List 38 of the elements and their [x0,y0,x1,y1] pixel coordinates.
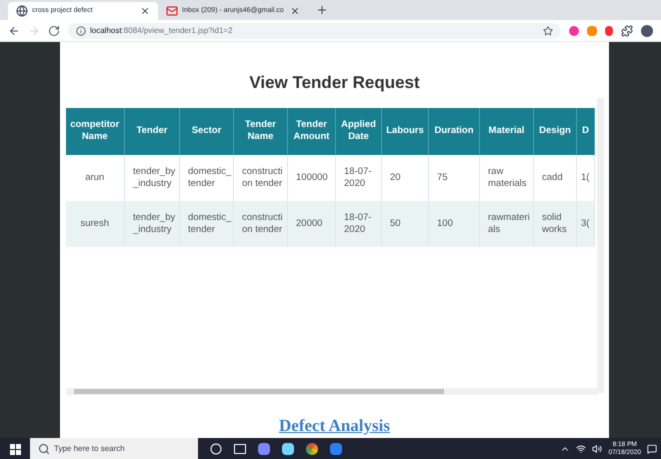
reload-icon[interactable] [48,24,60,36]
task-view-icon[interactable] [234,444,246,454]
table-cell: tender_by _industry [124,200,180,246]
volume-icon[interactable] [592,444,602,454]
table-cell: solid works [534,200,576,246]
cortana-icon[interactable] [210,443,222,455]
info-icon [76,26,86,36]
address-bar[interactable]: localhost:8084/pview_tender1.jsp?id1=2 [68,22,561,38]
table-cell: suresh [66,200,124,246]
profile-avatar[interactable] [641,24,653,36]
globe-icon [16,5,28,17]
table-cell: 3( [576,200,594,246]
vertical-scrollbar[interactable] [596,98,604,392]
notification-icon[interactable] [647,444,657,454]
table-cell: rawmateri als [480,200,534,246]
horizontal-scrollbar[interactable] [66,388,596,394]
chrome-icon[interactable] [306,443,318,455]
back-icon[interactable] [8,24,20,36]
app-icon[interactable] [258,443,270,455]
extensions-icon[interactable] [621,24,633,36]
new-tab-icon[interactable] [316,4,328,16]
defect-analysis-link[interactable]: Defect Analysis [279,412,390,438]
star-icon[interactable] [543,26,553,36]
page-title: View Tender Request [249,72,420,94]
table-cell: 100 [428,200,480,246]
table-cell: constructi on tender [234,200,288,246]
table-cell: 18-07- 2020 [336,200,382,246]
mail-icon [166,5,178,17]
taskbar-search[interactable]: Type here to search [30,438,198,459]
close-icon[interactable] [140,6,150,16]
search-icon [38,443,50,455]
table-cell: 50 [382,200,428,246]
network-icon[interactable] [576,444,586,454]
url-text: localhost:8084/pview_tender1.jsp?id1=2 [90,24,233,36]
app-icon[interactable] [282,443,294,455]
close-icon[interactable] [290,6,300,16]
table-cell: 20000 [288,200,336,246]
table-cell: domestic_ tender [180,200,234,246]
